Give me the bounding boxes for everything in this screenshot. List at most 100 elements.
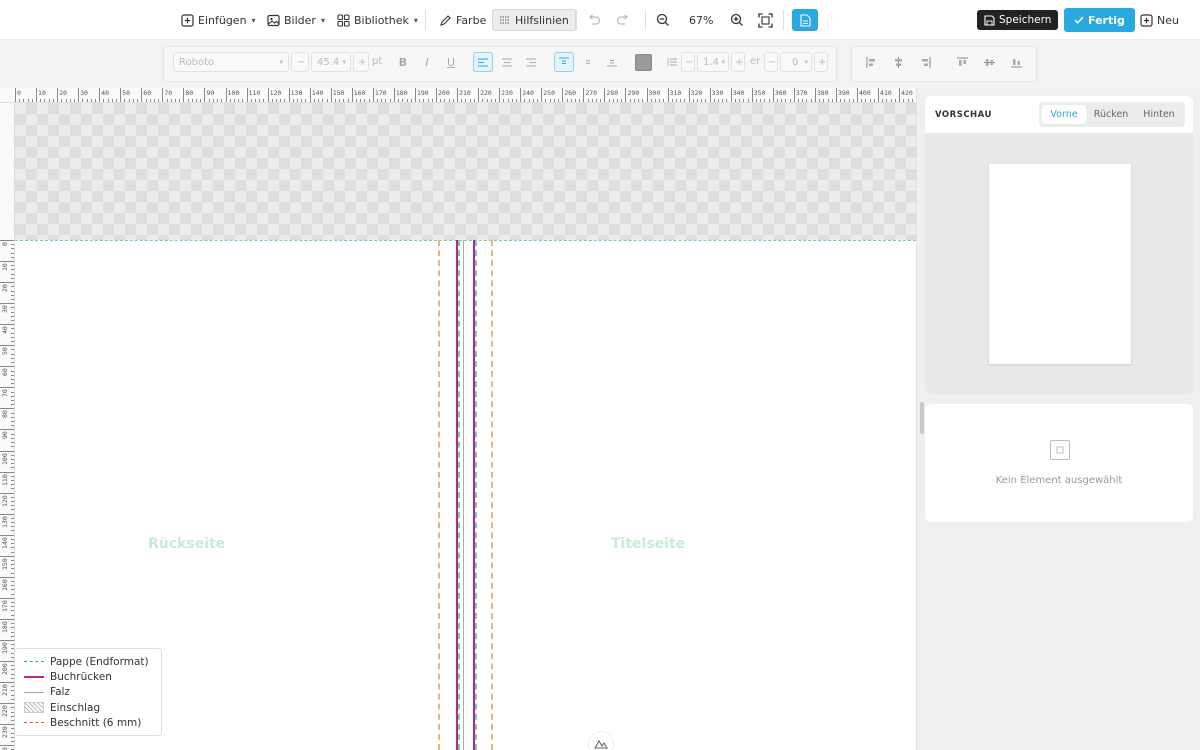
ruler-label: 370 xyxy=(795,89,808,97)
ruler-minor-tick xyxy=(11,298,14,300)
ruler-minor-tick xyxy=(179,99,181,102)
ruler-minor-tick xyxy=(86,99,88,102)
fit-to-screen-button[interactable] xyxy=(758,9,773,31)
letter-spacing-decrease-button[interactable]: − xyxy=(764,52,778,72)
ruler-label: 210 xyxy=(459,89,471,97)
ruler-minor-tick xyxy=(73,99,75,102)
color-button[interactable]: Farbe xyxy=(439,9,486,31)
font-size-value: 45.4 xyxy=(317,56,340,68)
ruler-minor-tick xyxy=(865,99,867,102)
no-selection-text: Kein Element ausgewählt xyxy=(995,475,1123,486)
chevron-down-icon: ▾ xyxy=(342,58,346,66)
ruler-label: 20 xyxy=(1,284,9,293)
tab-spine[interactable]: Rücken xyxy=(1088,105,1134,124)
font-size-decrease-button[interactable]: − xyxy=(291,52,309,72)
ruler-label: 400 xyxy=(859,89,871,97)
ruler-major-tick xyxy=(120,88,122,102)
ruler-minor-tick xyxy=(292,99,294,102)
align-left-button[interactable] xyxy=(473,52,493,72)
align-center-icon xyxy=(502,58,512,66)
line-height-increase-button[interactable]: + xyxy=(731,52,745,72)
ruler-minor-tick xyxy=(377,99,379,102)
ruler-minor-tick xyxy=(642,99,644,102)
ruler-minor-tick xyxy=(11,307,14,309)
ruler-minor-tick xyxy=(402,99,404,102)
ruler-minor-tick xyxy=(356,99,357,102)
ruler-minor-tick xyxy=(503,99,505,102)
font-unit-label: pt xyxy=(372,56,383,67)
ruler-minor-tick xyxy=(11,328,14,330)
redo-button[interactable] xyxy=(616,9,630,31)
ruler-label: 100 xyxy=(1,452,9,465)
ruler-label: 120 xyxy=(269,89,282,97)
library-menu-button[interactable]: Bibliothek ▾ xyxy=(337,9,418,31)
guides-toggle-button[interactable]: Hilfslinien xyxy=(492,9,576,31)
ruler-minor-tick xyxy=(212,99,214,102)
letter-spacing-increase-button[interactable]: + xyxy=(814,52,828,72)
ruler-label: 30 xyxy=(80,89,88,97)
insert-menu-button[interactable]: Einfügen ▾ xyxy=(181,9,256,31)
ruler-minor-tick xyxy=(11,551,14,553)
ruler-minor-tick xyxy=(11,631,14,633)
align-element-top-button[interactable] xyxy=(952,52,972,72)
font-family-select[interactable]: Roboto ▾ xyxy=(173,52,289,72)
ruler-major-tick xyxy=(0,555,14,557)
ruler-minor-tick xyxy=(461,99,463,102)
format-toolbar: Roboto ▾ − 45.4 ▾ + pt B I U − 1.4 ▾ + e… xyxy=(0,40,1200,88)
panel-resize-handle[interactable] xyxy=(920,402,924,434)
align-right-button[interactable] xyxy=(521,52,541,72)
ruler-minor-tick xyxy=(566,99,568,102)
line-height-input[interactable]: 1.4 ▾ xyxy=(697,52,729,72)
done-button[interactable]: Fertig xyxy=(1064,8,1135,32)
ruler-label: 30 xyxy=(1,305,9,314)
undo-button[interactable] xyxy=(587,9,601,31)
ruler-minor-tick xyxy=(482,99,484,102)
valign-bottom-button[interactable] xyxy=(602,52,622,72)
images-menu-button[interactable]: Bilder ▾ xyxy=(267,9,325,31)
chevron-down-icon: ▾ xyxy=(320,15,325,25)
ruler-minor-tick xyxy=(11,374,14,376)
ruler-minor-tick xyxy=(19,99,21,102)
zoom-in-button[interactable] xyxy=(730,9,744,31)
align-element-right-button[interactable] xyxy=(915,52,935,72)
valign-middle-button[interactable] xyxy=(578,52,598,72)
expand-panel-button[interactable] xyxy=(588,731,614,750)
ruler-major-tick xyxy=(0,492,14,494)
new-button[interactable]: Neu xyxy=(1140,9,1179,31)
align-element-left-button[interactable] xyxy=(861,52,881,72)
italic-button[interactable]: I xyxy=(417,52,437,72)
ruler-minor-tick xyxy=(406,99,408,102)
align-center-button[interactable] xyxy=(497,52,517,72)
ruler-minor-tick xyxy=(208,99,210,102)
line-height-decrease-button[interactable]: − xyxy=(681,52,695,72)
save-button[interactable]: Speichern xyxy=(977,10,1059,30)
cover-board-guide-right xyxy=(475,240,477,750)
ruler-major-tick xyxy=(793,88,795,102)
document-settings-button[interactable] xyxy=(792,9,818,31)
ruler-minor-tick xyxy=(558,99,560,102)
font-size-input[interactable]: 45.4 ▾ xyxy=(311,52,351,72)
tab-front[interactable]: Vorne xyxy=(1042,105,1086,124)
align-element-middle-button[interactable] xyxy=(979,52,999,72)
letter-spacing-input[interactable]: 0 ▾ xyxy=(780,52,812,72)
align-element-center-icon xyxy=(894,56,902,68)
ruler-minor-tick xyxy=(11,496,14,498)
underline-button[interactable]: U xyxy=(441,52,461,72)
font-size-increase-button[interactable]: + xyxy=(353,52,369,72)
ruler-minor-tick xyxy=(158,99,160,102)
bold-button[interactable]: B xyxy=(393,52,413,72)
ruler-minor-tick xyxy=(427,99,429,102)
ruler-label: 150 xyxy=(1,558,9,570)
align-element-bottom-button[interactable] xyxy=(1006,52,1026,72)
ruler-minor-tick xyxy=(69,99,71,102)
tab-back[interactable]: Hinten xyxy=(1136,105,1182,124)
valign-top-button[interactable] xyxy=(554,52,574,72)
ruler-label: 290 xyxy=(627,89,640,97)
zoom-out-button[interactable] xyxy=(656,9,670,31)
align-element-center-button[interactable] xyxy=(888,52,908,72)
letter-spacing-value: 0 xyxy=(792,56,799,68)
text-color-swatch[interactable] xyxy=(635,54,652,71)
toolbar-divider xyxy=(425,10,426,30)
ruler-minor-tick xyxy=(722,99,724,102)
ruler-label: 280 xyxy=(606,89,619,97)
